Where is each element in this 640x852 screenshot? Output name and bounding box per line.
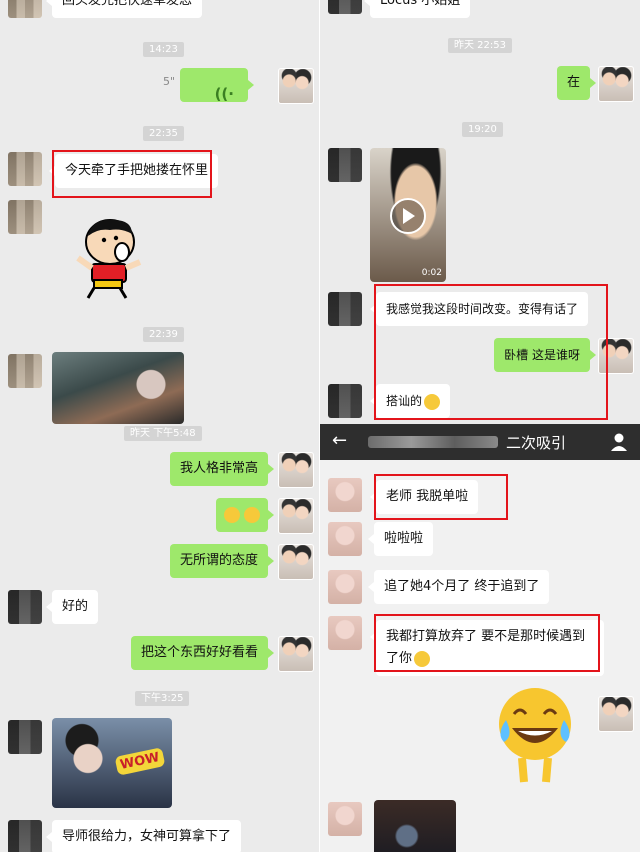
chat-panel-right-top: Locus 小姑姐 昨天 22:53 在 19:20 0:02 我感觉我这段时间… <box>320 0 640 424</box>
emoji-message-bubble[interactable] <box>215 498 275 532</box>
timestamp: 下午3:25 <box>135 691 190 706</box>
highlight-box <box>52 150 212 198</box>
contact-avatar[interactable] <box>328 570 362 604</box>
wow-sticker-text: WOW <box>114 747 166 776</box>
timestamp: 14:23 <box>143 42 184 57</box>
chat-panel-right-bottom: ← 二次吸引 老师 我脱单啦 啦啦啦 追了她4个月了 终于追到了 我都打算放弃了… <box>320 424 640 852</box>
contact-avatar[interactable] <box>328 616 362 650</box>
smile-emoji-icon <box>244 506 260 523</box>
contact-avatar[interactable] <box>8 720 42 754</box>
contact-avatar[interactable] <box>328 478 362 512</box>
cartoon-boy-sticker[interactable] <box>70 208 150 300</box>
my-avatar[interactable] <box>278 544 314 580</box>
my-avatar[interactable] <box>278 452 314 488</box>
blurred-contact-name <box>368 436 498 448</box>
message-bubble[interactable]: 把这个东西好好看看 <box>130 636 275 670</box>
message-bubble-partial[interactable]: Locus 小姑姐 <box>363 0 471 18</box>
highlight-box <box>374 474 508 520</box>
chat-header: ← 二次吸引 <box>320 424 640 460</box>
voice-duration: 5" <box>163 75 176 88</box>
video-duration: 0:02 <box>421 268 442 278</box>
contact-avatar[interactable] <box>328 292 362 326</box>
message-bubble[interactable]: 啦啦啦 <box>367 522 434 556</box>
contact-avatar[interactable] <box>328 522 362 556</box>
message-bubble[interactable]: 我人格非常高 <box>169 452 275 486</box>
photo-message[interactable] <box>374 800 456 852</box>
photo-message[interactable]: WOW <box>52 718 172 808</box>
message-bubble[interactable]: 在 <box>556 66 597 100</box>
contact-avatar[interactable] <box>328 0 362 14</box>
timestamp: 19:20 <box>462 122 503 137</box>
message-bubble[interactable]: 追了她4个月了 终于追到了 <box>367 570 550 604</box>
play-icon[interactable] <box>390 198 426 234</box>
message-bubble[interactable]: 无所谓的态度 <box>169 544 275 578</box>
timestamp: 22:39 <box>143 327 184 342</box>
highlight-box <box>374 284 608 420</box>
my-avatar[interactable] <box>598 696 634 732</box>
person-icon[interactable] <box>610 432 628 452</box>
chat-panel-left: 回头发完把快速草发怂 14:23 5" ((· 22:35 今天牵了手把她搂在怀… <box>0 0 320 852</box>
timestamp: 22:35 <box>143 126 184 141</box>
contact-avatar[interactable] <box>8 590 42 624</box>
contact-avatar[interactable] <box>328 384 362 418</box>
my-avatar[interactable] <box>598 66 634 102</box>
timestamp: 昨天 下午5:48 <box>124 426 202 441</box>
contact-avatar[interactable] <box>8 820 42 852</box>
voice-wave-icon: ((· <box>214 85 234 103</box>
arrow-left-icon[interactable]: ← <box>332 430 347 451</box>
my-avatar[interactable] <box>278 636 314 672</box>
photo-message[interactable] <box>52 352 184 424</box>
contact-avatar[interactable] <box>8 0 42 18</box>
highlight-box <box>374 614 600 672</box>
tears-of-joy-emoji-icon[interactable] <box>492 684 578 784</box>
contact-avatar[interactable] <box>8 152 42 186</box>
smile-emoji-icon <box>223 506 240 523</box>
my-avatar[interactable] <box>278 68 314 104</box>
message-bubble[interactable]: 好的 <box>45 590 99 624</box>
chat-title: 二次吸引 <box>506 434 567 452</box>
message-bubble[interactable]: 导师很给力，女神可算拿下了 <box>45 820 242 852</box>
message-bubble-partial[interactable]: 回头发完把快速草发怂 <box>45 0 203 18</box>
my-avatar[interactable] <box>278 498 314 534</box>
voice-message-bubble[interactable]: ((· <box>180 68 254 103</box>
timestamp: 昨天 22:53 <box>448 38 512 53</box>
contact-avatar[interactable] <box>8 200 42 234</box>
contact-avatar[interactable] <box>8 354 42 388</box>
contact-avatar[interactable] <box>328 802 362 836</box>
contact-avatar[interactable] <box>328 148 362 182</box>
video-message[interactable]: 0:02 <box>370 148 446 282</box>
